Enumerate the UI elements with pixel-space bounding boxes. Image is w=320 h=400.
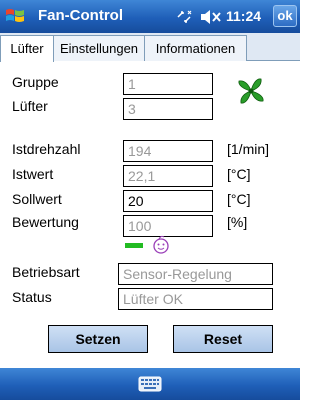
istdrehzahl-unit: [1/min] [227,141,270,157]
istdrehzahl-field: 194 [123,140,213,162]
reset-button[interactable]: Reset [173,325,273,353]
istwert-unit: [°C] [227,166,251,182]
luefter-label: Lüfter [12,98,48,114]
keyboard-icon[interactable] [138,375,162,393]
status-field: Lüfter OK [118,288,273,310]
title-bar: Fan-Control 11:24 ok [0,0,300,33]
app-title: Fan-Control [38,7,123,24]
gruppe-field: 1 [123,73,213,95]
bewertung-unit: [%] [227,214,248,230]
istwert-label: Istwert [12,166,54,182]
smiley-face-icon [153,235,169,254]
istdrehzahl-label: Istdrehzahl [12,141,81,157]
tab-bar: Lüfter Einstellungen Informationen [0,33,300,62]
bewertung-label: Bewertung [12,214,79,230]
windows-start-icon[interactable] [4,5,26,27]
clock[interactable]: 11:24 [226,8,261,24]
bottom-menu-bar [0,368,300,400]
setzen-button[interactable]: Setzen [48,325,148,353]
volume-mute-icon[interactable] [200,9,222,25]
status-label: Status [12,289,52,305]
tab-luefter[interactable]: Lüfter [0,35,54,62]
sollwert-unit: [°C] [227,191,251,207]
betriebsart-field: Sensor-Regelung [118,263,273,285]
tab-einstellungen[interactable]: Einstellungen [53,35,145,61]
sollwert-input[interactable]: 20 [123,190,213,212]
tab-informationen[interactable]: Informationen [144,35,247,61]
gruppe-label: Gruppe [12,74,59,90]
istwert-field: 22,1 [123,165,213,187]
sollwert-label: Sollwert [12,191,62,207]
luefter-field: 3 [123,98,213,120]
status-indicator-bar [125,243,143,248]
ok-button[interactable]: ok [273,5,297,27]
betriebsart-label: Betriebsart [12,264,80,280]
network-icon[interactable] [175,8,193,26]
fan-icon [238,78,264,104]
